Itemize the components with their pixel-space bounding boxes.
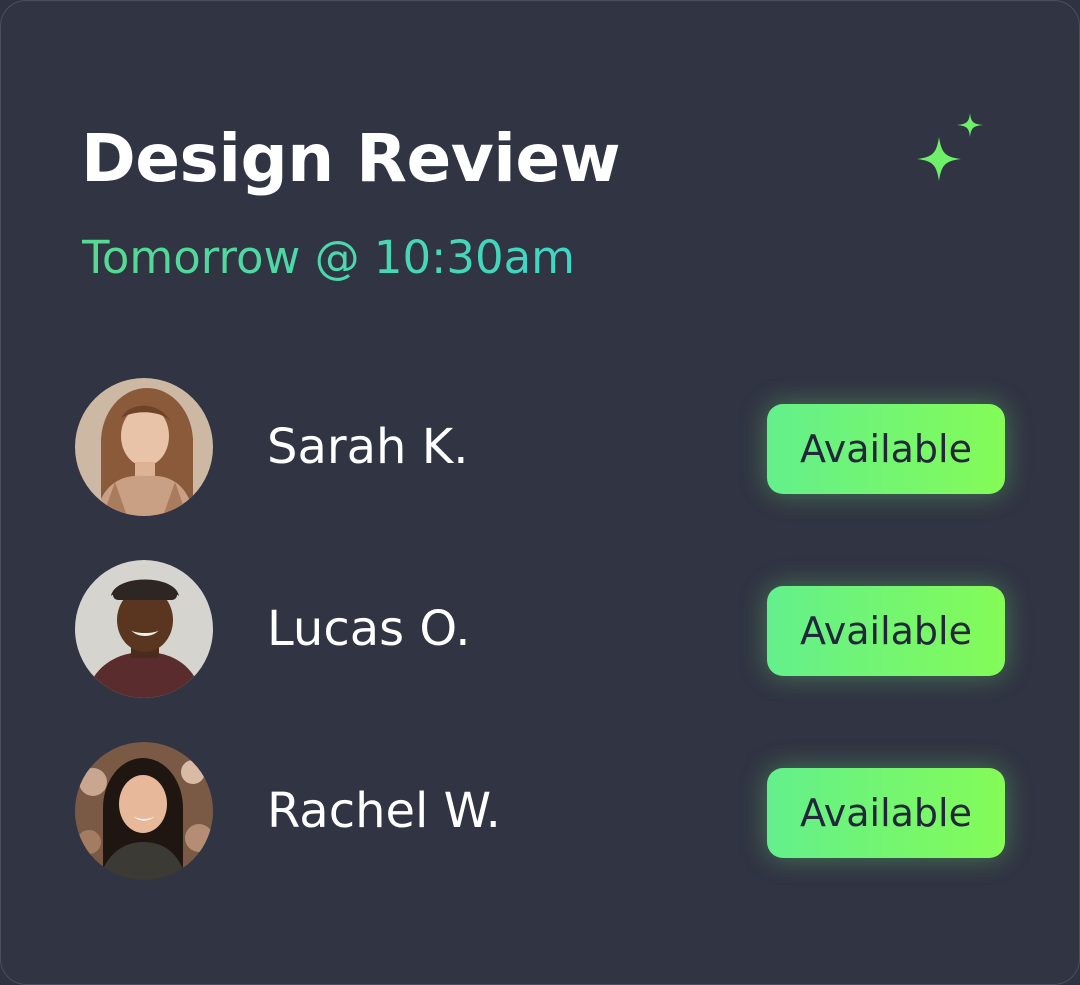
avatar[interactable] [75,378,213,516]
attendee-row: Rachel W. Available [1,741,1079,881]
attendee-row: Lucas O. Available [1,559,1079,699]
meeting-title: Design Review [81,120,621,197]
status-badge[interactable]: Available [767,768,1005,858]
status-badge[interactable]: Available [767,586,1005,676]
attendee-name: Sarah K. [267,419,469,475]
meeting-card: Design Review Tomorrow @ 10:30am Sarah K… [0,0,1080,985]
avatar-photo-icon [75,742,213,880]
attendee-name: Rachel W. [267,783,501,839]
avatar[interactable] [75,742,213,880]
attendee-name: Lucas O. [267,601,471,657]
sparkle-icon[interactable] [905,111,989,195]
avatar-photo-icon [75,378,213,516]
avatar-photo-icon [75,560,213,698]
status-badge[interactable]: Available [767,404,1005,494]
avatar[interactable] [75,560,213,698]
meeting-time: Tomorrow @ 10:30am [82,229,575,287]
attendee-row: Sarah K. Available [1,377,1079,517]
